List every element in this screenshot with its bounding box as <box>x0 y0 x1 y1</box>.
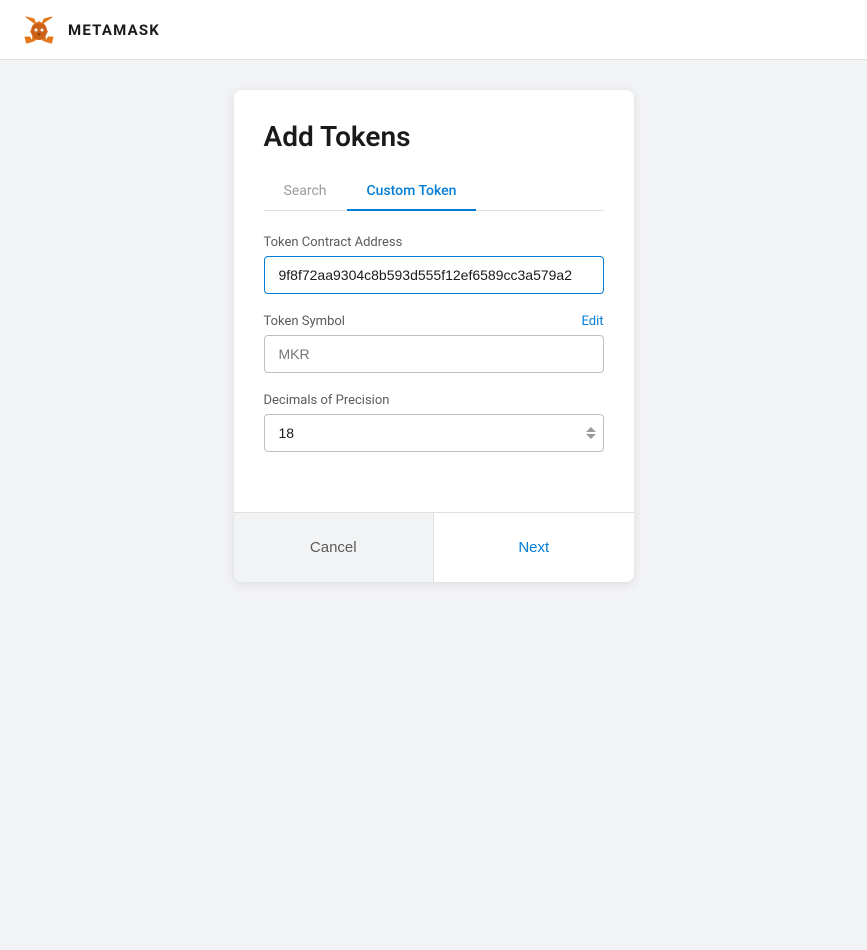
decimals-input[interactable] <box>264 414 604 452</box>
token-symbol-edit-link[interactable]: Edit <box>581 314 603 329</box>
app-title: METAMASK <box>68 21 160 39</box>
card-title: Add Tokens <box>264 120 604 153</box>
main-content: Add Tokens Search Custom Token Token Con… <box>0 60 867 582</box>
decimals-label: Decimals of Precision <box>264 393 390 408</box>
card-body: Add Tokens Search Custom Token Token Con… <box>234 90 634 512</box>
logo-container: METAMASK <box>20 11 160 49</box>
metamask-fox-icon <box>20 11 58 49</box>
decimals-field: Decimals of Precision <box>264 393 604 452</box>
cancel-button[interactable]: Cancel <box>234 513 435 582</box>
contract-address-label: Token Contract Address <box>264 235 403 250</box>
decimals-spinner-arrows[interactable] <box>586 427 596 439</box>
next-button[interactable]: Next <box>434 513 634 582</box>
card-footer: Cancel Next <box>234 512 634 582</box>
spinner-up-arrow[interactable] <box>586 427 596 432</box>
header: METAMASK <box>0 0 867 60</box>
spinner-down-arrow[interactable] <box>586 434 596 439</box>
token-symbol-label: Token Symbol <box>264 314 345 329</box>
tab-search[interactable]: Search <box>264 173 347 211</box>
tab-custom-token[interactable]: Custom Token <box>347 173 477 211</box>
token-symbol-input[interactable] <box>264 335 604 373</box>
token-symbol-field: Token Symbol Edit <box>264 314 604 373</box>
add-tokens-card: Add Tokens Search Custom Token Token Con… <box>234 90 634 582</box>
tabs-container: Search Custom Token <box>264 173 604 211</box>
decimals-label-row: Decimals of Precision <box>264 393 604 408</box>
contract-address-label-row: Token Contract Address <box>264 235 604 250</box>
contract-address-field: Token Contract Address <box>264 235 604 294</box>
contract-address-input[interactable] <box>264 256 604 294</box>
decimals-spinner-wrapper <box>264 414 604 452</box>
token-symbol-label-row: Token Symbol Edit <box>264 314 604 329</box>
